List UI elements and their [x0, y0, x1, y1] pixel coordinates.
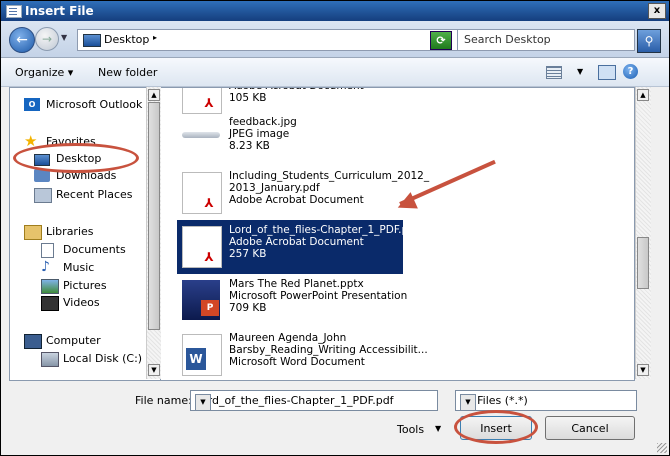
- tools-button[interactable]: Tools: [397, 423, 424, 436]
- desktop-icon: [83, 34, 101, 47]
- sidebar-item-label: Microsoft Outlook: [46, 98, 143, 111]
- sidebar-item-label: Libraries: [46, 225, 94, 238]
- list-item[interactable]: P Mars The Red Planet.pptx Microsoft Pow…: [177, 274, 417, 328]
- change-view-icon[interactable]: [546, 66, 562, 79]
- search-input[interactable]: Search Desktop: [457, 29, 635, 51]
- back-button[interactable]: ←: [9, 27, 35, 53]
- computer-icon: [24, 334, 42, 349]
- file-info: Maureen Agenda_John Barsby_Reading_Writi…: [229, 332, 428, 368]
- close-button[interactable]: x: [648, 3, 666, 19]
- file-name: Maureen Agenda_John: [229, 332, 347, 344]
- recent-places-icon: [34, 188, 52, 203]
- pictures-icon: [41, 279, 59, 294]
- libraries-icon: [24, 225, 42, 240]
- file-name-label: File name:: [135, 394, 192, 407]
- list-item-selected[interactable]: ⅄ Lord_of_the_flies-Chapter_1_PDF.pdf Ad…: [177, 220, 419, 274]
- sidebar-item-label: Music: [63, 261, 95, 274]
- list-item[interactable]: W Maureen Agenda_John Barsby_Reading_Wri…: [177, 328, 428, 380]
- breadcrumb-chevron-icon[interactable]: ▸: [153, 33, 157, 42]
- sidebar-item-label: Local Disk (C:): [63, 352, 143, 365]
- help-icon[interactable]: ?: [623, 64, 638, 79]
- chevron-down-icon[interactable]: ▼: [195, 394, 211, 411]
- title-bar: Insert File x: [1, 1, 669, 21]
- refresh-button[interactable]: ⟳: [430, 31, 452, 50]
- scroll-thumb[interactable]: [148, 102, 160, 330]
- file-type: Adobe Acrobat Document: [229, 236, 364, 248]
- file-type-filter[interactable]: All Files (*.*) ▼: [455, 390, 637, 411]
- navigation-pane: O Microsoft Outlook ★ Favorites Desktop …: [9, 87, 161, 381]
- file-info: Adobe Acrobat Document 105 KB: [229, 88, 364, 104]
- file-size: 8.23 KB: [229, 140, 270, 152]
- file-type: Microsoft Word Document: [229, 356, 365, 368]
- tools-dropdown-icon[interactable]: ▼: [435, 424, 441, 433]
- file-info: feedback.jpg JPEG image 8.23 KB: [229, 116, 297, 152]
- file-size: 709 KB: [229, 302, 267, 314]
- search-placeholder: Search Desktop: [464, 33, 551, 46]
- list-item[interactable]: ⅄ Including_Students_Curriculum_2012_ 20…: [177, 166, 429, 220]
- pdf-icon: ⅄: [201, 196, 217, 211]
- documents-icon: [41, 243, 54, 258]
- file-info: Lord_of_the_flies-Chapter_1_PDF.pdf Adob…: [229, 224, 419, 260]
- disk-icon: [41, 352, 59, 367]
- new-folder-button[interactable]: New folder: [98, 66, 157, 79]
- chevron-down-icon[interactable]: ▼: [460, 394, 476, 411]
- sidebar-item-label: Pictures: [63, 279, 107, 292]
- file-name-value: Lord_of_the_flies-Chapter_1_PDF.pdf: [195, 394, 394, 407]
- recent-pages-dropdown[interactable]: ▼: [61, 33, 67, 42]
- file-size: 105 KB: [229, 92, 267, 104]
- word-icon: W: [186, 348, 206, 370]
- dialog-title: Insert File: [25, 4, 94, 18]
- command-bar: Organize ▾ New folder ▼ ?: [1, 58, 669, 87]
- organize-button[interactable]: Organize ▾: [15, 66, 73, 79]
- view-options-dropdown[interactable]: ▼: [577, 67, 583, 76]
- file-name-panel: File name: Lord_of_the_flies-Chapter_1_P…: [1, 381, 669, 455]
- breadcrumb[interactable]: Desktop ▸ ▼: [77, 29, 459, 51]
- scroll-down-arrow-icon[interactable]: ▼: [148, 364, 160, 376]
- insert-file-dialog: Insert File x ← → ▼ Desktop ▸ ▼ ⟳ Search…: [0, 0, 670, 456]
- scroll-down-arrow-icon[interactable]: ▼: [637, 364, 649, 376]
- dialog-icon: [6, 5, 22, 18]
- file-name-line2: 2013_January.pdf: [229, 182, 320, 194]
- file-name: Lord_of_the_flies-Chapter_1_PDF.pdf: [229, 224, 419, 236]
- powerpoint-icon: P: [201, 300, 219, 316]
- forward-button[interactable]: →: [35, 27, 59, 51]
- outlook-icon: O: [24, 98, 40, 111]
- desktop-highlight-annotation: [13, 143, 139, 173]
- file-name-field[interactable]: Lord_of_the_flies-Chapter_1_PDF.pdf ▼: [190, 390, 438, 411]
- file-name: Mars The Red Planet.pptx: [229, 278, 364, 290]
- file-size: 257 KB: [229, 248, 267, 260]
- resize-grip[interactable]: [657, 443, 667, 453]
- cancel-button[interactable]: Cancel: [545, 416, 635, 440]
- pdf-icon: ⅄: [201, 96, 217, 111]
- image-thumbnail: [182, 132, 220, 138]
- music-icon: ♪: [41, 259, 50, 275]
- list-item[interactable]: feedback.jpg JPEG image 8.23 KB: [177, 112, 397, 166]
- scroll-up-arrow-icon[interactable]: ▲: [637, 89, 649, 101]
- file-list: ⅄ Adobe Acrobat Document 105 KB feedback…: [161, 87, 635, 381]
- file-name: Including_Students_Curriculum_2012_: [229, 170, 430, 182]
- sidebar-item-label: Videos: [63, 296, 100, 309]
- file-name-line2: Barsby_Reading_Writing Accessibilit...: [229, 344, 428, 356]
- sidebar-item-label: Computer: [46, 334, 101, 347]
- file-list-scrollbar[interactable]: ▲ ▼: [635, 87, 651, 379]
- search-icon[interactable]: ⚲: [637, 29, 661, 53]
- sidebar-item-label: Recent Places: [56, 188, 133, 201]
- insert-highlight-annotation: [454, 410, 538, 444]
- file-name: feedback.jpg: [229, 116, 297, 128]
- navigation-scrollbar[interactable]: ▲ ▼: [146, 87, 162, 379]
- address-bar: ← → ▼ Desktop ▸ ▼ ⟳ Search Desktop ⚲: [1, 21, 669, 58]
- scroll-thumb[interactable]: [637, 237, 649, 289]
- sidebar-item-label: Documents: [63, 243, 126, 256]
- scroll-up-arrow-icon[interactable]: ▲: [148, 89, 160, 101]
- file-info: Mars The Red Planet.pptx Microsoft Power…: [229, 278, 407, 314]
- file-type: JPEG image: [229, 128, 290, 140]
- pdf-icon: ⅄: [201, 250, 217, 265]
- file-type: Microsoft PowerPoint Presentation: [229, 290, 408, 302]
- breadcrumb-location[interactable]: Desktop: [104, 33, 149, 46]
- videos-icon: [41, 296, 59, 311]
- preview-pane-icon[interactable]: [598, 65, 616, 80]
